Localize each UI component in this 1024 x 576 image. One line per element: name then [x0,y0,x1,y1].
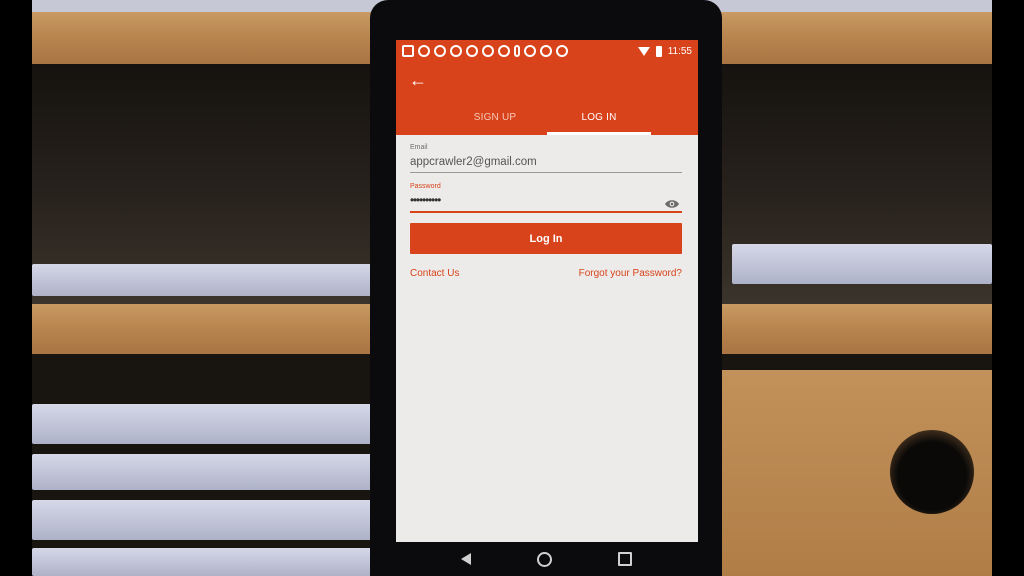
notification-icon [482,45,494,57]
paper-stack [732,244,992,284]
notification-icon [524,45,536,57]
notification-icon [540,45,552,57]
back-triangle-icon[interactable] [460,553,471,565]
status-bar: 11:55 [396,40,698,62]
eye-icon[interactable] [664,199,680,209]
paper-stack [32,264,372,296]
notification-icon [498,45,510,57]
notification-icon [434,45,446,57]
tab-log-in[interactable]: LOG IN [547,104,651,135]
battery-icon [655,45,662,57]
paper-stack [32,454,372,490]
tab-bar: SIGN UP LOG IN [396,104,698,135]
copyright-icon [556,45,568,57]
email-label: Email [410,144,428,151]
clock: 11:55 [667,45,692,57]
notification-icon [450,45,462,57]
login-form: Email Password Log In Contact Us Forgot … [410,144,682,279]
tab-sign-up[interactable]: SIGN UP [443,104,547,135]
home-circle-icon[interactable] [536,551,552,567]
wifi-icon [637,46,650,56]
message-icon [402,45,414,57]
phone-screen: 11:55 ← SIGN UP LOG IN Email Password [396,40,698,542]
phone-device: 11:55 ← SIGN UP LOG IN Email Password [370,0,722,576]
system-icons: 11:55 [637,45,692,57]
notification-icon [418,45,430,57]
paper-stack [32,548,372,576]
notification-icon [466,45,478,57]
arrow-left-icon[interactable]: ← [408,70,428,90]
email-field-group: Email [410,144,682,173]
email-field[interactable] [410,153,682,173]
notification-icons [402,45,568,57]
password-label: Password [410,183,441,190]
log-in-button[interactable]: Log In [410,223,682,254]
paper-stack [32,404,372,444]
recents-square-icon[interactable] [617,552,632,566]
pin-icon [514,45,520,57]
android-nav-bar [370,542,722,576]
password-field-group: Password [410,183,682,213]
form-links: Contact Us Forgot your Password? [410,268,682,279]
paper-stack [32,500,372,540]
password-field[interactable] [410,192,682,213]
app-bar: 11:55 ← SIGN UP LOG IN [396,40,698,135]
drawer-hole [890,430,974,514]
contact-us-link[interactable]: Contact Us [410,268,459,279]
forgot-password-link[interactable]: Forgot your Password? [579,268,682,279]
